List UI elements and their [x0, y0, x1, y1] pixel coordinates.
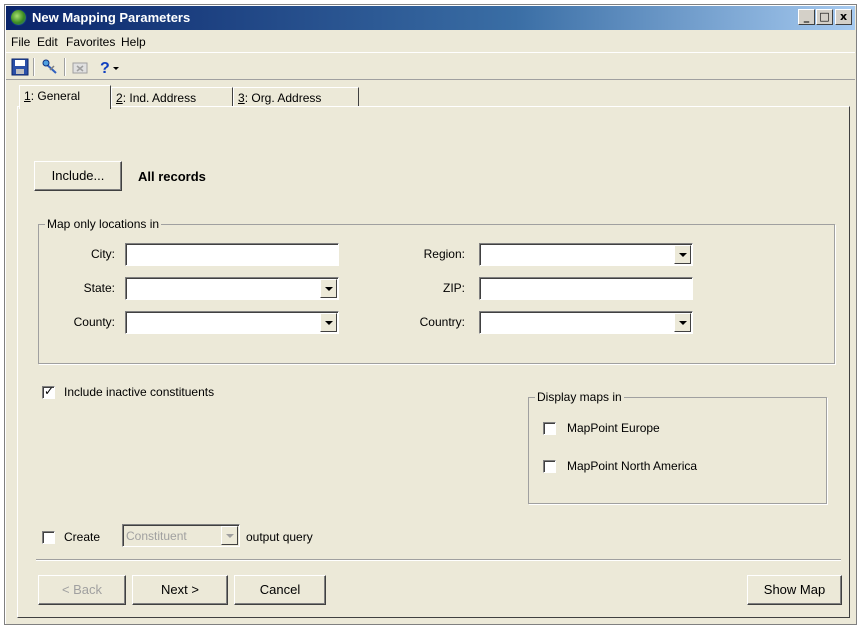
county-select[interactable]	[125, 311, 339, 334]
state-label: State:	[83, 281, 115, 295]
query-type-select[interactable]: Constituent	[122, 524, 240, 547]
mapping-parameters-window: New Mapping Parameters _ □ x File Edit F…	[4, 4, 857, 625]
checkmark-icon: ✓	[44, 384, 55, 398]
maximize-button[interactable]: □	[816, 9, 833, 25]
chevron-down-icon[interactable]	[320, 279, 337, 298]
dropdown-arrow-icon[interactable]	[110, 58, 128, 76]
country-label: Country:	[419, 315, 465, 329]
chevron-down-icon[interactable]	[221, 526, 238, 545]
country-select[interactable]	[479, 311, 693, 334]
include-inactive-checkbox[interactable]: ✓	[42, 384, 55, 399]
toolbar-separator	[33, 58, 35, 76]
tab-org-address-label: : Org. Address	[244, 91, 322, 105]
city-field[interactable]	[125, 243, 339, 266]
county-label: County:	[73, 315, 115, 329]
chevron-down-icon[interactable]	[674, 245, 691, 264]
mappoint-europe-checkbox[interactable]	[543, 422, 556, 435]
mappoint-north-america-checkbox[interactable]	[543, 460, 556, 473]
tab-general[interactable]: 1: General	[19, 85, 111, 109]
tab-ind-address-key: 2	[116, 91, 123, 105]
locations-groupbox: Map only locations in City: State: Count…	[38, 217, 835, 364]
tab-general-label: : General	[30, 89, 81, 103]
display-maps-groupbox: Display maps in MapPoint Europe MapPoint…	[528, 390, 827, 504]
chevron-down-icon[interactable]	[320, 313, 337, 332]
output-query-label: output query	[246, 530, 313, 544]
title-bar[interactable]: New Mapping Parameters _ □ x	[6, 6, 855, 30]
menu-edit[interactable]: Edit	[37, 35, 58, 49]
svg-text:?: ?	[100, 60, 110, 76]
cancel-button[interactable]: Cancel	[234, 575, 326, 605]
show-map-button[interactable]: Show Map	[747, 575, 842, 605]
back-button[interactable]: < Back	[38, 575, 126, 605]
menu-favorites[interactable]: Favorites	[66, 35, 115, 49]
next-button[interactable]: Next >	[132, 575, 228, 605]
minimize-button[interactable]: _	[798, 9, 815, 25]
general-tab-panel: Include... All records Map only location…	[17, 106, 850, 618]
locations-legend: Map only locations in	[45, 217, 162, 231]
query-type-value: Constituent	[126, 529, 187, 543]
include-value: All records	[138, 169, 206, 184]
menu-file[interactable]: File	[11, 35, 30, 49]
zip-field[interactable]	[479, 277, 693, 300]
region-label: Region:	[423, 247, 465, 261]
create-query-checkbox[interactable]	[42, 531, 55, 544]
city-label: City:	[91, 247, 115, 261]
mappoint-north-america-label[interactable]: MapPoint North America	[567, 459, 697, 473]
toolbar: ?	[6, 52, 855, 80]
create-label: Create	[64, 530, 101, 544]
chevron-down-icon[interactable]	[674, 313, 691, 332]
tab-org-address[interactable]: 3: Org. Address	[233, 87, 359, 107]
delete-icon[interactable]	[71, 58, 89, 76]
tab-general-key: 1	[24, 89, 31, 103]
display-maps-legend: Display maps in	[535, 390, 624, 404]
tab-ind-address-label: : Ind. Address	[122, 91, 197, 105]
tab-org-address-key: 3	[238, 91, 245, 105]
toolbar-separator	[64, 58, 66, 76]
include-inactive-label[interactable]: Include inactive constituents	[64, 385, 214, 399]
include-button[interactable]: Include...	[34, 161, 122, 191]
menu-bar: File Edit Favorites Help	[6, 31, 855, 51]
save-icon[interactable]	[11, 58, 29, 76]
pin-icon[interactable]	[41, 58, 59, 76]
region-select[interactable]	[479, 243, 693, 266]
zip-label: ZIP:	[442, 281, 465, 295]
window-title: New Mapping Parameters	[32, 10, 191, 25]
mappoint-europe-label[interactable]: MapPoint Europe	[567, 421, 660, 435]
mapping-globe-icon	[10, 9, 27, 26]
footer-divider	[36, 559, 841, 561]
tab-ind-address[interactable]: 2: Ind. Address	[111, 87, 233, 107]
menu-help[interactable]: Help	[121, 35, 146, 49]
state-select[interactable]	[125, 277, 339, 300]
close-button[interactable]: x	[835, 9, 852, 25]
